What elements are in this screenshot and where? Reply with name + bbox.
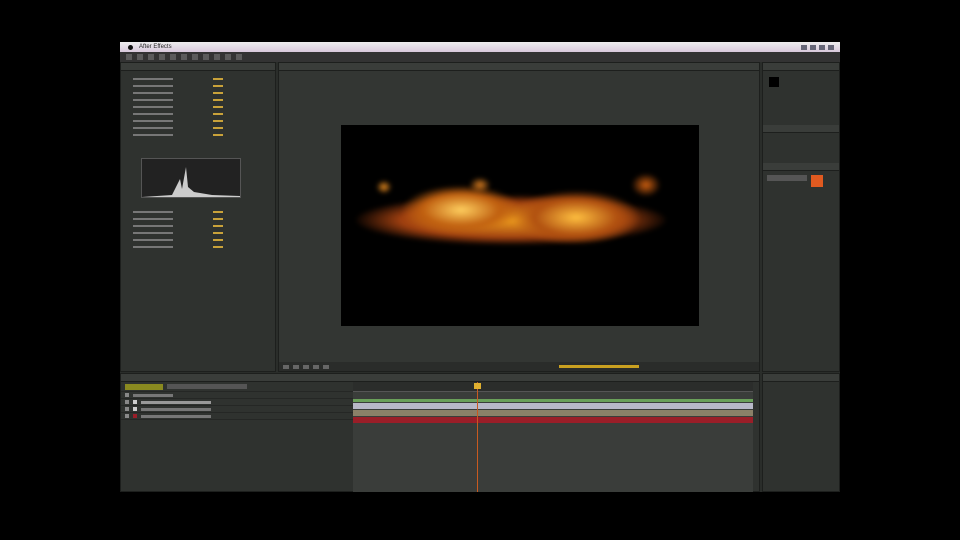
layer-bar[interactable] bbox=[353, 403, 753, 409]
preview-tab[interactable] bbox=[763, 125, 839, 133]
resolution-dropdown[interactable] bbox=[293, 364, 299, 369]
levels-histogram bbox=[141, 158, 241, 198]
zoom-tool-icon[interactable] bbox=[148, 54, 154, 60]
layer-row[interactable] bbox=[121, 406, 353, 413]
channel-icon[interactable] bbox=[313, 364, 319, 369]
info-preview-panel bbox=[762, 62, 840, 372]
camera-tool-icon[interactable] bbox=[170, 54, 176, 60]
after-effects-window: After Effects bbox=[120, 42, 840, 492]
apple-menu-icon[interactable] bbox=[128, 44, 133, 50]
effect-property-row[interactable] bbox=[121, 243, 275, 250]
app-menu[interactable]: After Effects bbox=[139, 44, 172, 50]
effect-property-row[interactable] bbox=[121, 131, 275, 138]
text-tool-icon[interactable] bbox=[214, 54, 220, 60]
pen-tool-icon[interactable] bbox=[203, 54, 209, 60]
current-time-indicator[interactable] bbox=[477, 382, 478, 492]
time-ruler[interactable] bbox=[353, 382, 753, 392]
effect-property-row[interactable] bbox=[121, 110, 275, 117]
timeline-panel bbox=[120, 373, 760, 492]
color-swatch bbox=[769, 77, 779, 87]
playhead-handle[interactable] bbox=[474, 383, 481, 389]
info-tab[interactable] bbox=[763, 63, 839, 71]
mask-tool-icon[interactable] bbox=[192, 54, 198, 60]
effect-property-row[interactable] bbox=[121, 89, 275, 96]
timecode-field[interactable] bbox=[323, 364, 329, 369]
puppet-tool-icon[interactable] bbox=[236, 54, 242, 60]
paragraph-tab[interactable] bbox=[763, 374, 839, 382]
timeline-tracks[interactable] bbox=[353, 382, 753, 492]
layer-row[interactable] bbox=[121, 399, 353, 406]
pan-behind-tool-icon[interactable] bbox=[181, 54, 187, 60]
effect-property-row[interactable] bbox=[121, 236, 275, 243]
timeline-tab[interactable] bbox=[121, 374, 759, 382]
viewer-controls-bar bbox=[279, 362, 759, 371]
work-area-bar[interactable] bbox=[353, 399, 753, 402]
fill-color-swatch[interactable] bbox=[811, 175, 823, 187]
snapshot-icon[interactable] bbox=[303, 364, 309, 369]
layer-bar[interactable] bbox=[353, 417, 753, 423]
brush-tool-icon[interactable] bbox=[225, 54, 231, 60]
effect-property-row[interactable] bbox=[121, 208, 275, 215]
effect-property-row[interactable] bbox=[121, 124, 275, 131]
effect-property-row[interactable] bbox=[121, 229, 275, 236]
effect-property-row[interactable] bbox=[121, 215, 275, 222]
layer-row[interactable] bbox=[121, 413, 353, 420]
character-tab[interactable] bbox=[763, 163, 839, 171]
effect-property-row[interactable] bbox=[121, 222, 275, 229]
layer-list bbox=[121, 382, 353, 492]
effect-controls-tab[interactable] bbox=[121, 63, 275, 71]
rotate-tool-icon[interactable] bbox=[159, 54, 165, 60]
layer-search-input[interactable] bbox=[167, 384, 247, 389]
composition-frame[interactable] bbox=[341, 125, 699, 326]
current-time-display[interactable] bbox=[125, 383, 163, 390]
hand-tool-icon[interactable] bbox=[137, 54, 143, 60]
effect-controls-panel bbox=[120, 62, 276, 372]
paragraph-panel bbox=[762, 373, 840, 492]
magnification-dropdown[interactable] bbox=[283, 364, 289, 369]
effect-property-row[interactable] bbox=[121, 75, 275, 82]
effect-property-row[interactable] bbox=[121, 103, 275, 110]
menu-bar: After Effects bbox=[120, 42, 840, 52]
menu-status-icons bbox=[801, 44, 840, 50]
tools-toolbar bbox=[120, 52, 840, 62]
composition-viewer-panel bbox=[278, 62, 760, 372]
layer-bar[interactable] bbox=[353, 410, 753, 416]
render-progress-bar bbox=[559, 365, 639, 368]
composition-tab[interactable] bbox=[279, 63, 759, 71]
effect-property-row[interactable] bbox=[121, 117, 275, 124]
selection-tool-icon[interactable] bbox=[126, 54, 132, 60]
effect-property-row[interactable] bbox=[121, 96, 275, 103]
effect-property-row[interactable] bbox=[121, 82, 275, 89]
layer-header-row bbox=[121, 392, 353, 399]
font-dropdown[interactable] bbox=[767, 175, 807, 181]
